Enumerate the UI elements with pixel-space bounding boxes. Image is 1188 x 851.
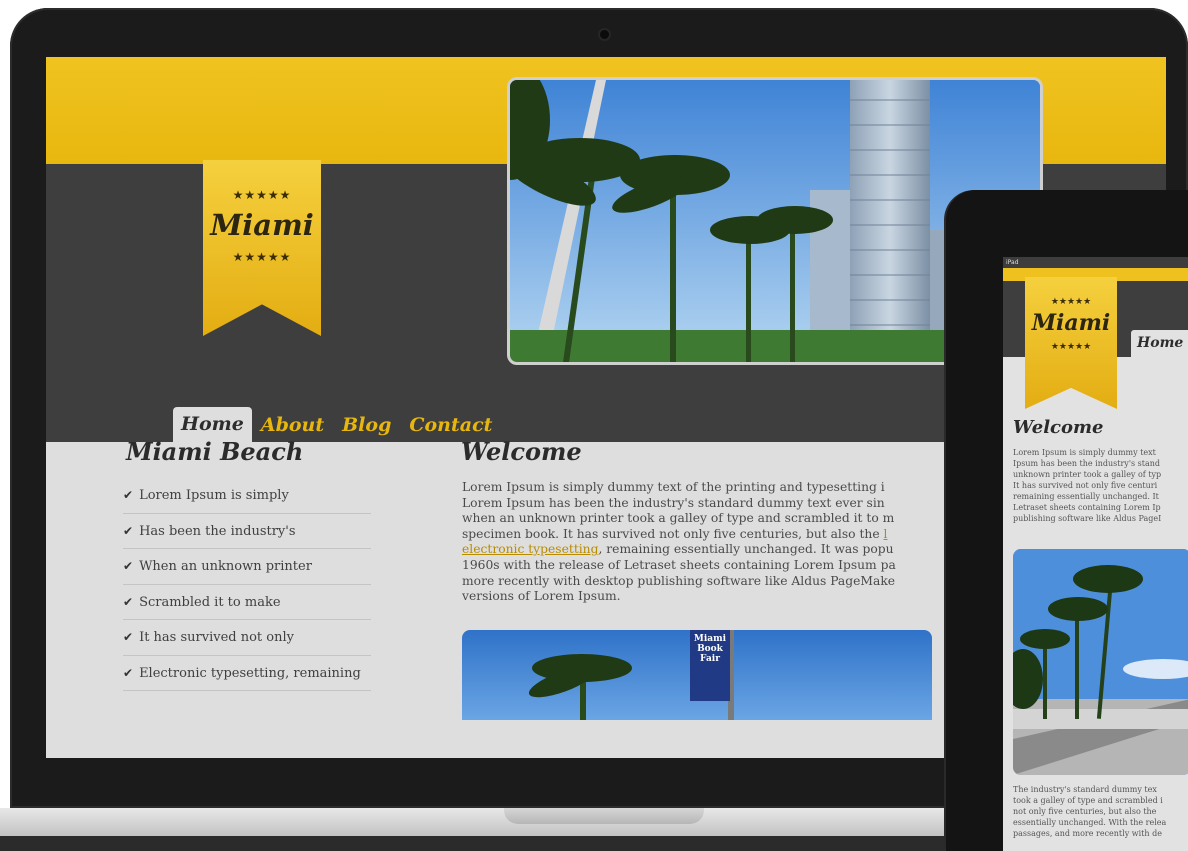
laptop-notch: [504, 808, 704, 824]
list-item[interactable]: ✔ Lorem Ipsum is simply: [123, 478, 371, 514]
rating-stars-bottom: ★★★★★: [1050, 342, 1092, 352]
welcome-heading: Welcome: [461, 437, 582, 466]
list-item[interactable]: ✔ It has survived not only: [123, 620, 371, 656]
check-icon: ✔: [123, 594, 134, 609]
check-icon: ✔: [123, 488, 134, 502]
rating-stars-top: ★★★★★: [232, 188, 292, 202]
sidebar-title: Miami Beach: [126, 437, 304, 466]
list-item[interactable]: ✔ Electronic typesetting, remaining: [123, 656, 371, 691]
list-item[interactable]: ✔ When an unknown printer: [123, 549, 371, 585]
check-icon: ✔: [123, 665, 134, 680]
check-icon: ✔: [123, 630, 134, 644]
nav-blog[interactable]: Blog: [333, 408, 400, 442]
tablet-welcome-heading: Welcome: [1013, 417, 1104, 438]
camera-icon: [600, 30, 609, 39]
rating-stars-bottom: ★★★★★: [232, 250, 292, 264]
list-item[interactable]: ✔ Has been the industry's: [123, 514, 371, 549]
sidebar-list: ✔ Lorem Ipsum is simply ✔ Has been the ind…: [123, 478, 371, 691]
logo-ribbon[interactable]: ★★★★★ Miami ★★★★★: [203, 160, 321, 336]
welcome-paragraph: Lorem Ipsum is simply dummy text of the …: [462, 480, 896, 604]
content-photo: Miami Book Fair: [462, 630, 932, 720]
tablet-nav-home[interactable]: Home: [1131, 330, 1188, 357]
check-icon: ✔: [123, 523, 134, 538]
tablet-bottom-paragraph: The industry's standard dummy tex took a…: [1013, 785, 1167, 838]
tablet-photo: [1013, 549, 1188, 775]
electronic-typesetting-link[interactable]: electronic typesetting: [462, 542, 598, 556]
tablet-welcome-paragraph: Lorem Ipsum is simply dummy text Ipsum h…: [1013, 448, 1162, 523]
check-icon: ✔: [123, 559, 134, 573]
tablet-screen: iPad ★★★★★ Miami ★★★★★ Home Welcome Lore…: [1003, 257, 1188, 851]
list-item[interactable]: ✔ Scrambled it to make: [123, 585, 371, 620]
tablet-logo-ribbon[interactable]: ★★★★★ Miami ★★★★★: [1025, 277, 1117, 409]
responsive-mockup: ★★★★★ Miami ★★★★★ Home About Blog Contac…: [0, 0, 1188, 851]
book-fair-sign: Miami Book Fair: [690, 630, 730, 701]
tablet-status-bar: iPad: [1003, 257, 1188, 268]
inline-link-fragment[interactable]: l: [884, 527, 888, 541]
site-logo: Miami: [210, 208, 314, 242]
tablet-site-logo: Miami: [1031, 310, 1111, 336]
rating-stars-top: ★★★★★: [1050, 297, 1092, 307]
